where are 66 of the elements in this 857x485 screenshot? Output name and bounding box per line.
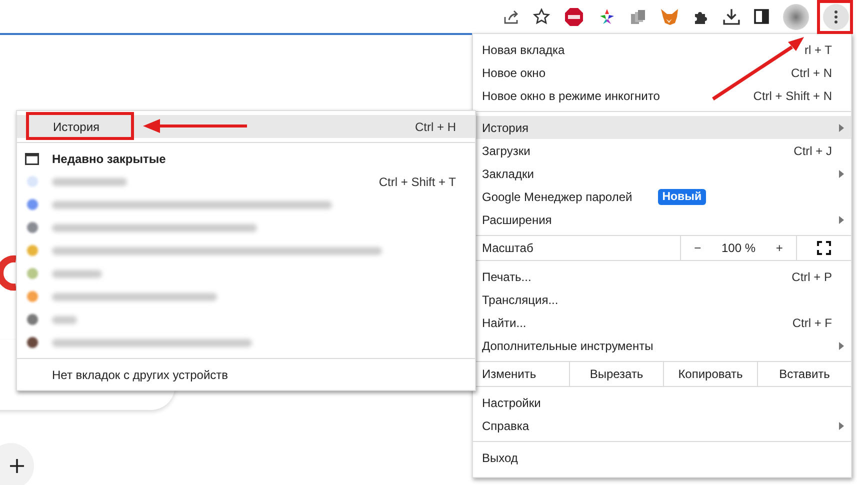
menu-item-label: Печать... [482, 270, 532, 284]
menu-item-label: Справка [482, 418, 530, 432]
menu-item[interactable]: Дополнительные инструменты [473, 334, 851, 357]
menu-item-label: Google Менеджер паролей [482, 190, 632, 204]
menu-item[interactable]: Загрузки Ctrl + J [473, 139, 851, 162]
edit-label: Изменить [481, 366, 538, 383]
zoom-label: Масштаб [481, 240, 534, 257]
menu-item[interactable]: Закладки [473, 162, 851, 185]
menu-item-label: Загрузки [482, 144, 530, 158]
menu-item[interactable]: Печать... Ctrl + P [473, 265, 851, 288]
menu-item[interactable]: Настройки [473, 391, 851, 414]
fullscreen-icon [817, 241, 831, 255]
tab-icon [25, 153, 39, 165]
highlight-frame [817, 0, 853, 34]
zoom-value: 100 % [721, 241, 756, 255]
menu-item-label: Новое окно в режиме инкогнито [482, 88, 660, 102]
side-panel-icon[interactable] [754, 9, 769, 24]
fox-icon[interactable] [660, 8, 679, 26]
shortcut-text: Ctrl + H [414, 120, 456, 134]
shortcut-text: Ctrl + J [794, 144, 832, 158]
plus-icon [9, 458, 25, 474]
menu-item-label: Закладки [482, 166, 534, 180]
stop-sign-icon[interactable] [564, 6, 584, 26]
shortcut-text: Ctrl + F [792, 316, 832, 330]
menu-item-label: Настройки [482, 396, 541, 410]
menu-item[interactable]: Новое окно в режиме инкогнито Ctrl + Shift + N [473, 84, 851, 107]
shortcut-text: Ctrl + N [790, 66, 832, 80]
menu-item-label: История [482, 120, 529, 134]
menu-item-label: Найти... [482, 316, 526, 330]
pages-icon[interactable] [630, 8, 646, 24]
menu-button[interactable] [823, 4, 849, 30]
download-icon[interactable] [723, 8, 740, 25]
more-icon [834, 10, 838, 24]
shortcut-text: Ctrl + Shift + N [753, 88, 832, 102]
shortcut-text: Ctrl + Shift + T [378, 174, 456, 188]
no-tabs-text: Нет вкладок с других устройств [52, 368, 228, 382]
new-badge: Новый [658, 188, 706, 204]
menu-item-label: Выход [482, 450, 518, 464]
menu-item-label: Новая вкладка [482, 42, 565, 56]
menu-item[interactable]: Справка [473, 414, 851, 437]
avatar[interactable] [783, 4, 809, 30]
menu-item[interactable]: Новое окно Ctrl + N [473, 61, 851, 84]
menu-item-label: Трансляция... [482, 292, 558, 306]
blurred-text [52, 270, 102, 278]
history-label: История [53, 120, 100, 134]
menu-item[interactable]: Google Менеджер паролей Новый [473, 185, 851, 208]
share-icon[interactable] [503, 8, 519, 24]
section-heading: Недавно закрытые [52, 152, 166, 166]
menu-item[interactable]: История [473, 116, 851, 139]
history-item[interactable]: История Ctrl + H [17, 115, 475, 138]
star-icon[interactable] [533, 8, 550, 25]
menu-item[interactable]: Найти... Ctrl + F [473, 311, 851, 334]
menu-item-label: Расширения [482, 212, 552, 226]
menu-item[interactable]: Новая вкладка rl + T [473, 38, 851, 61]
zoom-in-button[interactable]: + [770, 241, 789, 255]
menu-item[interactable]: Трансляция... [473, 288, 851, 311]
colorful-stars-icon[interactable] [598, 8, 616, 26]
shortcut-text: rl + T [804, 42, 832, 56]
zoom-out-button[interactable]: − [688, 241, 708, 255]
menu-item[interactable]: Выход [473, 446, 851, 469]
menu-item[interactable]: Расширения [473, 208, 851, 231]
menu-item-label: Дополнительные инструменты [482, 338, 654, 352]
shortcut-text: Ctrl + P [792, 270, 832, 284]
menu-item-label: Новое окно [482, 66, 546, 80]
logo-fragment [0, 255, 16, 291]
blurred-text [52, 316, 77, 324]
